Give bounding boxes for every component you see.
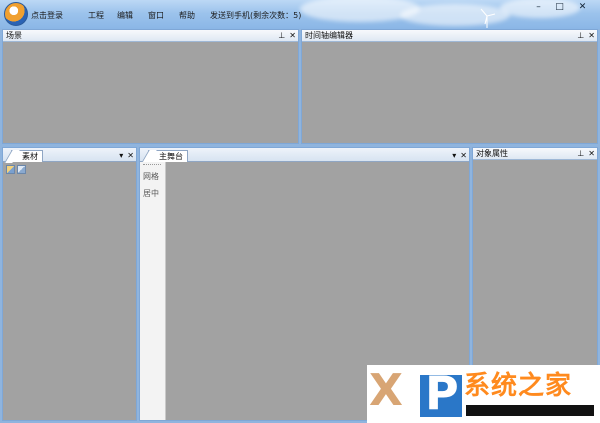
tab-assets-label: 素材: [22, 152, 38, 161]
properties-panel-title: 对象属性: [476, 149, 508, 158]
menu-edit[interactable]: 编辑: [117, 10, 133, 21]
maximize-button[interactable]: □: [549, 1, 570, 15]
stage-tab-strip: 主舞台 ▾ ✕: [140, 148, 469, 163]
pin-icon[interactable]: ⊥: [577, 31, 584, 41]
stage-panel-controls: ▾ ✕: [452, 150, 467, 161]
close-icon[interactable]: ✕: [588, 149, 595, 159]
assets-panel: 素材 ▾ ✕: [2, 147, 137, 421]
menu-project[interactable]: 工程: [88, 10, 104, 21]
dropdown-icon[interactable]: ▾: [452, 151, 456, 161]
grid-button[interactable]: 网格: [143, 171, 159, 182]
folder-icon[interactable]: [17, 165, 26, 174]
watermark-bar: [466, 405, 594, 416]
close-icon[interactable]: ✕: [588, 31, 595, 41]
pin-icon[interactable]: ⊥: [577, 149, 584, 159]
stage-toolbar: 网格 居中: [140, 162, 166, 420]
dropdown-icon[interactable]: ▾: [119, 151, 123, 161]
assets-panel-controls: ▾ ✕: [119, 150, 134, 161]
timeline-panel-controls: ⊥ ✕: [577, 30, 595, 41]
watermark-logo: X P 系统之家: [367, 365, 600, 423]
close-window-button[interactable]: ✕: [570, 1, 595, 15]
menu-help[interactable]: 帮助: [179, 10, 195, 21]
watermark-p-letter: P: [425, 366, 459, 420]
timeline-panel: 时间轴编辑器 ⊥ ✕: [301, 29, 598, 144]
assets-tab-strip: 素材 ▾ ✕: [3, 148, 136, 163]
menu-send-to-phone[interactable]: 发送到手机(剩余次数：5): [210, 10, 301, 21]
tab-main-stage-label: 主舞台: [159, 152, 183, 161]
close-icon[interactable]: ✕: [460, 151, 467, 161]
scene-panel-header: 场景 ⊥ ✕: [3, 30, 298, 42]
timeline-panel-header: 时间轴编辑器 ⊥ ✕: [302, 30, 597, 42]
close-icon[interactable]: ✕: [127, 151, 134, 161]
watermark-x-letter: X: [369, 365, 403, 416]
minimize-button[interactable]: –: [528, 1, 549, 15]
tab-main-stage[interactable]: 主舞台: [141, 150, 188, 163]
properties-panel-header: 对象属性 ⊥ ✕: [473, 148, 597, 160]
scene-panel: 场景 ⊥ ✕: [2, 29, 299, 144]
properties-panel-controls: ⊥ ✕: [577, 148, 595, 159]
tab-assets[interactable]: 素材: [4, 150, 43, 163]
login-button[interactable]: 点击登录: [31, 10, 63, 21]
windmill-icon: [480, 8, 496, 28]
menu-window[interactable]: 窗口: [148, 10, 164, 21]
tab-edge: [4, 150, 20, 163]
close-icon[interactable]: ✕: [289, 31, 296, 41]
timeline-panel-title: 时间轴编辑器: [305, 31, 353, 40]
app-logo-icon[interactable]: [4, 2, 28, 26]
window-controls: – □ ✕: [528, 1, 595, 15]
center-button[interactable]: 居中: [143, 188, 159, 199]
scene-panel-title: 场景: [6, 31, 22, 40]
import-icon[interactable]: [6, 165, 15, 174]
pin-icon[interactable]: ⊥: [278, 31, 285, 41]
scene-panel-controls: ⊥ ✕: [278, 30, 296, 41]
title-bar: 点击登录 工程 编辑 窗口 帮助 发送到手机(剩余次数：5) – □ ✕: [0, 0, 600, 29]
watermark-text: 系统之家: [464, 371, 573, 401]
